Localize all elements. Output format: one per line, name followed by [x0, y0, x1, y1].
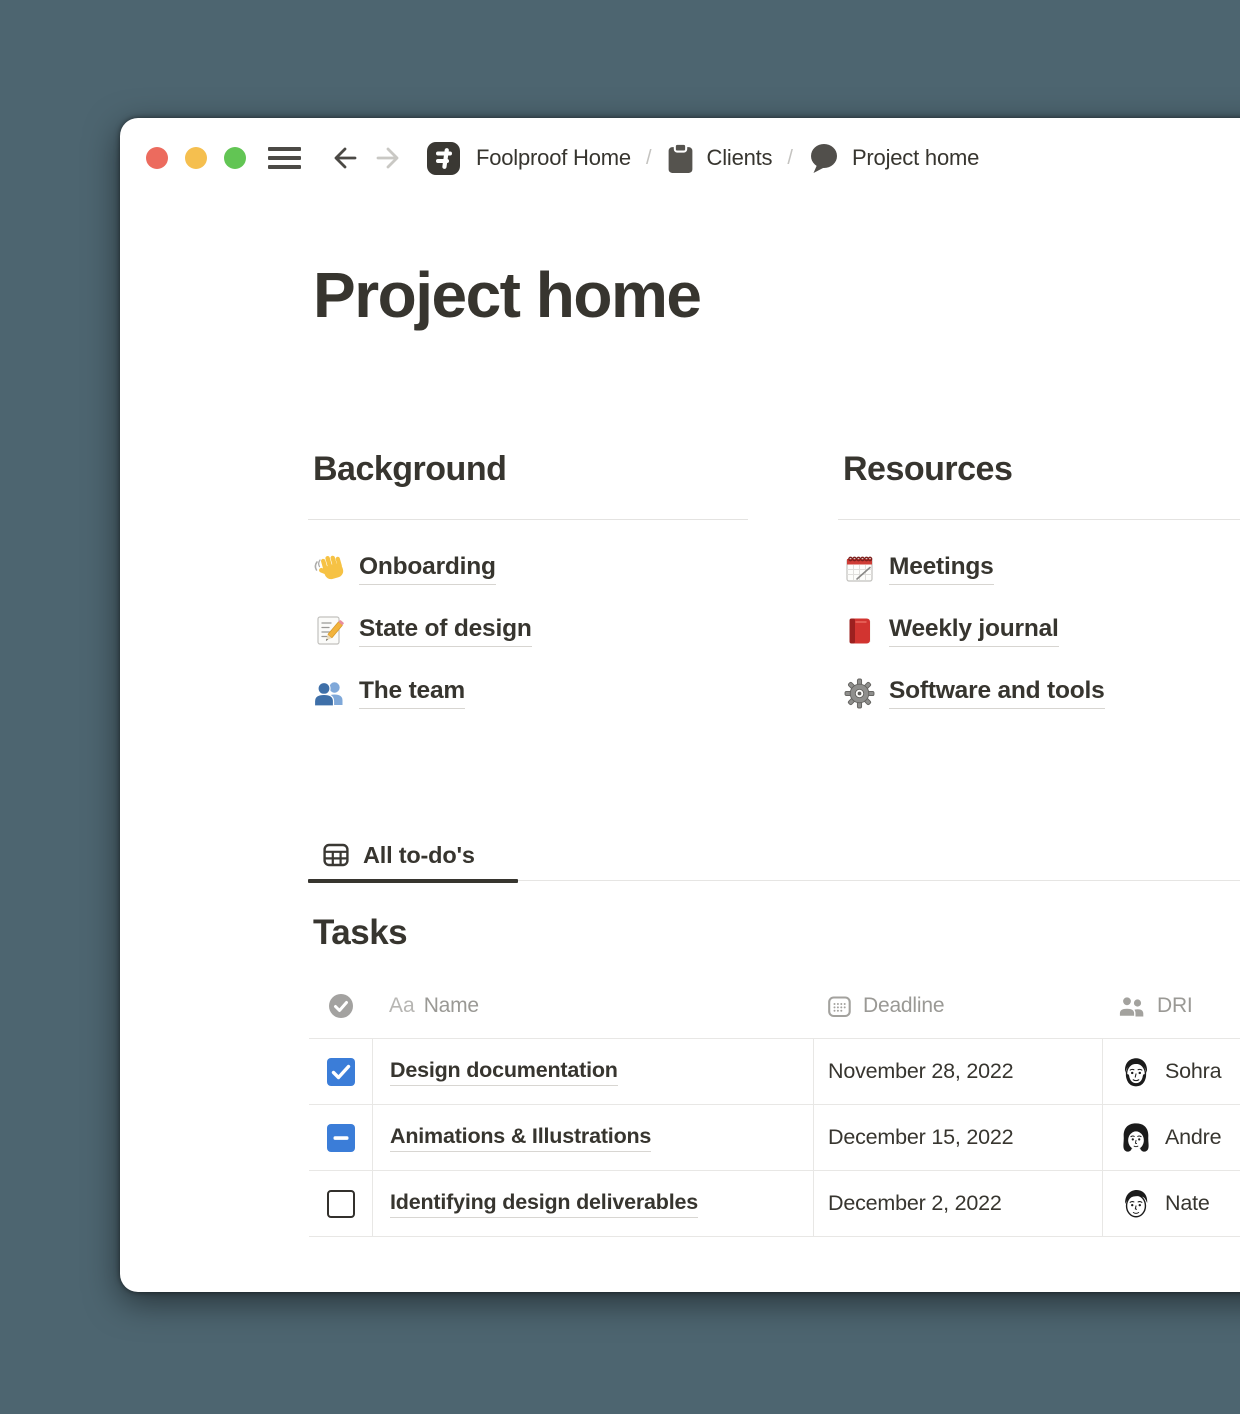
speech-bubble-icon — [808, 142, 840, 174]
divider — [308, 519, 748, 520]
column-header-name[interactable]: Aa Name — [372, 994, 813, 1018]
check-circle-icon — [328, 993, 354, 1019]
checkbox-indeterminate[interactable] — [327, 1124, 355, 1152]
checkbox-checked[interactable] — [327, 1058, 355, 1086]
red-book-icon — [843, 615, 875, 647]
calendar-grid-icon — [827, 994, 852, 1019]
active-tab-indicator — [308, 879, 518, 883]
people-icon — [1118, 995, 1146, 1018]
column-header-checkbox[interactable] — [309, 993, 372, 1019]
page-link-weekly-journal[interactable]: Weekly journal — [838, 600, 1240, 662]
foolproof-logo[interactable] — [427, 142, 460, 175]
breadcrumb-separator: / — [646, 147, 652, 170]
divider — [838, 519, 1240, 520]
page-link-software-and-tools[interactable]: Software and tools — [838, 662, 1240, 724]
memo-icon — [313, 615, 345, 647]
deadline-cell[interactable]: November 28, 2022 — [813, 1039, 1102, 1104]
table-header-row: Aa Name Deadline — [309, 974, 1240, 1039]
page-link-the-team[interactable]: The team — [308, 662, 748, 724]
breadcrumb-separator: / — [787, 147, 793, 170]
tasks-table: Aa Name Deadline — [309, 974, 1240, 1237]
task-link[interactable]: Identifying design deliverables — [390, 1190, 698, 1218]
table-row: Identifying design deliverables December… — [309, 1171, 1240, 1237]
avatar-nate — [1119, 1187, 1153, 1221]
app-window: Foolproof Home / Clients / Project home … — [120, 118, 1240, 1292]
page-link-label: Software and tools — [889, 677, 1105, 709]
page-link-label: The team — [359, 677, 465, 709]
breadcrumb-clients[interactable]: Clients — [707, 145, 773, 171]
busts-icon — [313, 677, 345, 709]
breadcrumb-foolproof-home[interactable]: Foolproof Home — [476, 145, 631, 171]
table-row: Animations & Illustrations December 15, … — [309, 1105, 1240, 1171]
deadline-cell[interactable]: December 2, 2022 — [813, 1171, 1102, 1236]
column-header-dri[interactable]: DRI — [1102, 994, 1240, 1018]
close-window-button[interactable] — [146, 147, 168, 169]
breadcrumb-project-home[interactable]: Project home — [852, 145, 979, 171]
menu-icon[interactable] — [268, 147, 301, 169]
avatar-sohra — [1119, 1055, 1153, 1089]
page-link-label: Onboarding — [359, 553, 496, 585]
dri-cell[interactable]: Nate — [1102, 1171, 1240, 1236]
titlebar: Foolproof Home / Clients / Project home — [120, 118, 1240, 198]
zoom-window-button[interactable] — [224, 147, 246, 169]
minimize-window-button[interactable] — [185, 147, 207, 169]
dri-cell[interactable]: Andre — [1102, 1105, 1240, 1170]
tasks-heading: Tasks — [313, 913, 407, 953]
section-heading: Background — [313, 448, 748, 491]
page-link-meetings[interactable]: Meetings — [838, 538, 1240, 600]
page-link-label: State of design — [359, 615, 532, 647]
clipboard-icon — [667, 143, 694, 174]
column-header-deadline[interactable]: Deadline — [813, 994, 1102, 1019]
tab-label: All to-do's — [363, 842, 475, 869]
text-type-icon: Aa — [389, 994, 415, 1018]
table-icon — [322, 841, 350, 869]
section-resources: Resources Meetings — [838, 448, 1240, 724]
spiral-calendar-icon — [843, 553, 875, 585]
view-tabbar: All to-do's — [308, 830, 1240, 881]
page-link-onboarding[interactable]: Onboarding — [308, 538, 748, 600]
task-link[interactable]: Animations & Illustrations — [390, 1124, 651, 1152]
page-link-state-of-design[interactable]: State of design — [308, 600, 748, 662]
checkbox-unchecked[interactable] — [327, 1190, 355, 1218]
avatar-andre — [1119, 1121, 1153, 1155]
section-heading: Resources — [843, 448, 1240, 491]
forward-arrow-icon[interactable] — [375, 143, 405, 173]
task-link[interactable]: Design documentation — [390, 1058, 618, 1086]
page-link-label: Weekly journal — [889, 615, 1059, 647]
page-title: Project home — [313, 258, 700, 332]
page-link-label: Meetings — [889, 553, 994, 585]
table-row: Design documentation November 28, 2022 S… — [309, 1039, 1240, 1105]
gear-icon — [843, 677, 875, 709]
deadline-cell[interactable]: December 15, 2022 — [813, 1105, 1102, 1170]
back-arrow-icon[interactable] — [328, 143, 358, 173]
section-background: Background — [308, 448, 748, 724]
dri-cell[interactable]: Sohra — [1102, 1039, 1240, 1104]
tab-all-todos[interactable]: All to-do's — [308, 830, 475, 880]
waving-hand-icon — [313, 553, 345, 585]
